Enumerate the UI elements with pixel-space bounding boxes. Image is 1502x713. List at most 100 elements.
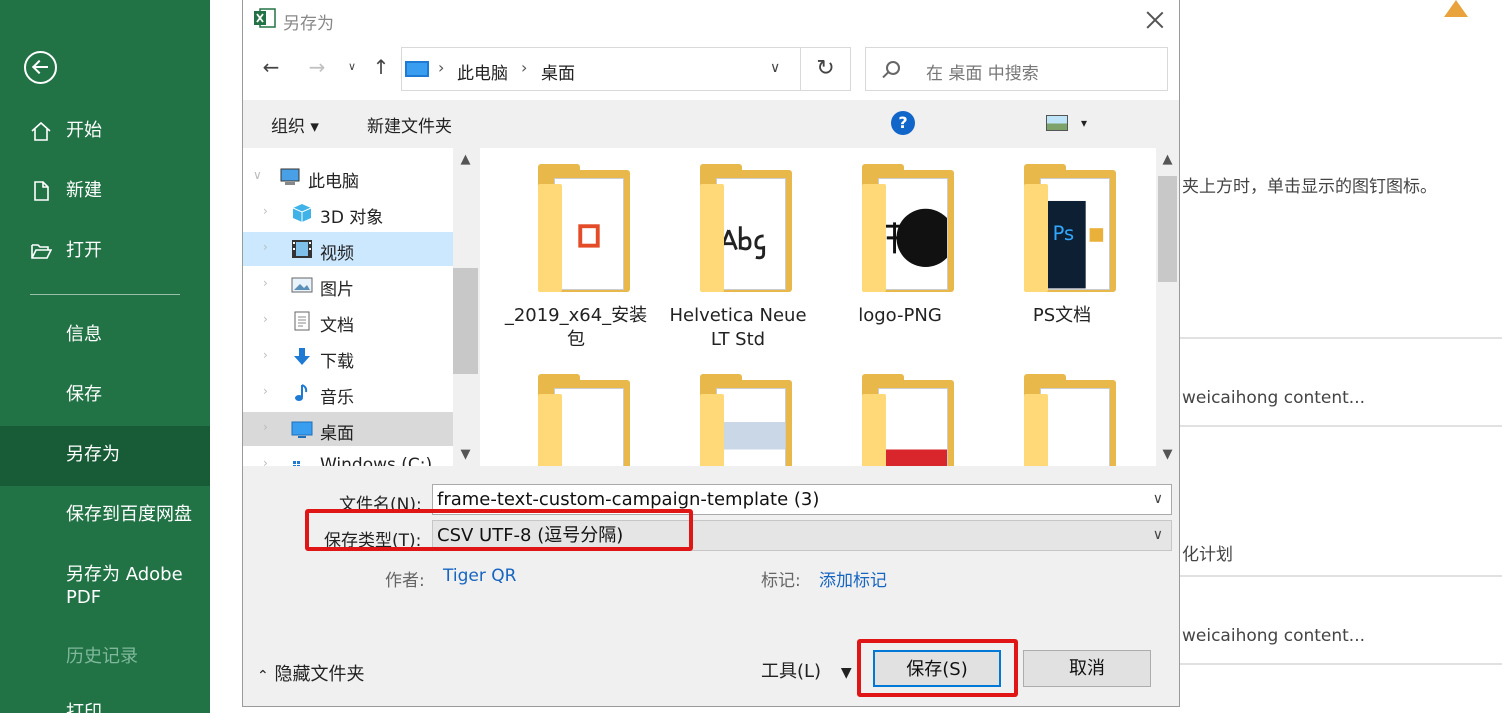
tree-item-downloads[interactable]: › 下载 xyxy=(243,340,453,374)
add-tags-link[interactable]: 添加标记 xyxy=(819,566,887,591)
sidebar-item-info[interactable]: 信息 xyxy=(0,324,210,350)
recent-folder-row[interactable]: 化计划 xyxy=(1182,540,1233,565)
author-value[interactable]: Tiger QR xyxy=(443,566,516,586)
scroll-up-icon[interactable]: ▲ xyxy=(1156,152,1179,167)
chevron-down-icon[interactable]: ∨ xyxy=(1153,485,1163,514)
file-item[interactable] xyxy=(501,374,651,466)
download-icon xyxy=(294,348,310,365)
help-icon[interactable]: ? xyxy=(891,111,915,135)
refresh-icon[interactable]: ↻ xyxy=(801,47,851,91)
address-bar[interactable]: › 此电脑 › 桌面 ∨ xyxy=(401,47,801,91)
sidebar-item-open[interactable]: 打开 xyxy=(0,240,210,266)
expand-chevron-icon[interactable]: › xyxy=(263,240,268,254)
breadcrumb-desktop[interactable]: 桌面 xyxy=(541,59,575,84)
save-button[interactable]: 保存(S) xyxy=(873,650,1001,687)
sidebar-divider xyxy=(30,294,180,295)
sidebar-item-save-to-baidu[interactable]: 保存到百度网盘 xyxy=(0,504,210,530)
expand-chevron-icon[interactable]: › xyxy=(263,456,268,466)
breadcrumb-separator-icon[interactable]: › xyxy=(521,58,527,77)
expand-chevron-icon[interactable]: › xyxy=(263,348,268,362)
sidebar-item-print[interactable]: 打印 xyxy=(0,702,210,713)
tree-item-desktop[interactable]: › 桌面 xyxy=(243,412,453,446)
forward-arrow-icon[interactable]: → xyxy=(304,54,330,80)
filetype-select[interactable]: CSV UTF-8 (逗号分隔) ∨ xyxy=(432,520,1172,551)
tree-scrollbar[interactable]: ▲ ▼ xyxy=(453,148,478,466)
expand-chevron-icon[interactable]: › xyxy=(263,312,268,326)
file-name: logo-PNG xyxy=(858,305,942,326)
scroll-up-icon[interactable]: ▲ xyxy=(453,152,478,167)
sidebar-item-save-as[interactable]: 另存为 xyxy=(0,426,210,486)
sidebar-item-new[interactable]: 新建 xyxy=(0,180,210,206)
back-arrow-icon[interactable]: ← xyxy=(258,54,284,80)
cancel-button[interactable]: 取消 xyxy=(1023,650,1151,687)
tree-item-label: Windows (C:) xyxy=(320,455,433,466)
filename-input[interactable]: frame-text-custom-campaign-template (3) … xyxy=(432,484,1172,515)
tree-item-pictures[interactable]: › 图片 xyxy=(243,268,453,302)
desktop-icon xyxy=(291,421,313,438)
file-list-scrollbar[interactable]: ▲ ▼ xyxy=(1156,148,1179,466)
tree-item-video[interactable]: › 视频 xyxy=(243,232,453,266)
hide-folders-toggle[interactable]: ⌃ 隐藏文件夹 xyxy=(257,660,364,686)
change-view-icon[interactable] xyxy=(1046,115,1068,131)
recent-folder-row[interactable]: weicaihong content... xyxy=(1182,388,1365,408)
pictures-icon xyxy=(291,277,313,293)
sidebar-item-label: 新建 xyxy=(66,180,102,201)
drive-icon xyxy=(293,461,300,466)
view-options-chevron-icon[interactable]: ▾ xyxy=(1081,116,1087,130)
expand-chevron-icon[interactable]: › xyxy=(263,420,268,434)
expand-chevron-icon[interactable]: › xyxy=(263,276,268,290)
sidebar-item-save[interactable]: 保存 xyxy=(0,384,210,410)
breadcrumb-separator-icon[interactable]: › xyxy=(438,58,444,77)
file-item[interactable]: Helvetica Neue LT Std xyxy=(663,164,813,350)
close-icon[interactable] xyxy=(1145,9,1165,29)
sidebar-item-label: 开始 xyxy=(66,120,102,141)
chevron-down-icon[interactable]: ∨ xyxy=(770,60,780,76)
backstage-sidebar: 开始 新建 打开 信息 保存 另存为 保存到百度网盘 另存为 Adobe PDF… xyxy=(0,0,210,713)
tools-menu[interactable]: 工具(L) ▼ xyxy=(761,657,852,683)
new-folder-button[interactable]: 新建文件夹 xyxy=(367,112,452,137)
filetype-label: 保存类型(T): xyxy=(324,531,422,551)
back-arrow-icon[interactable] xyxy=(24,51,57,84)
scroll-thumb[interactable] xyxy=(453,268,478,374)
folder-icon xyxy=(862,374,954,466)
file-item[interactable]: Ps PS文档 xyxy=(987,164,1137,340)
chevron-down-icon[interactable]: ∨ xyxy=(1153,521,1163,550)
filename-value: frame-text-custom-campaign-template (3) xyxy=(437,489,820,510)
chevron-up-icon: ⌃ xyxy=(257,668,269,684)
tree-item-3d-objects[interactable]: › 3D 对象 xyxy=(243,196,453,230)
sidebar-item-home[interactable]: 开始 xyxy=(0,120,210,146)
hide-folders-label: 隐藏文件夹 xyxy=(274,664,365,685)
tree-item-label: 图片 xyxy=(320,280,354,300)
tree-item-music[interactable]: › 音乐 xyxy=(243,376,453,410)
scroll-thumb[interactable] xyxy=(1158,176,1177,282)
file-name: _2019_x64_安装包 xyxy=(504,305,648,350)
sidebar-item-save-as-pdf[interactable]: 另存为 Adobe PDF xyxy=(0,564,210,612)
up-arrow-icon[interactable]: ↑ xyxy=(368,54,394,80)
collapse-chevron-icon[interactable]: ∨ xyxy=(253,168,262,182)
breadcrumb-this-pc[interactable]: 此电脑 xyxy=(457,59,508,84)
background-panel xyxy=(1180,0,1502,713)
file-item[interactable] xyxy=(663,374,813,466)
desktop-icon xyxy=(405,61,429,77)
search-input[interactable]: 在 桌面 中搜索 xyxy=(865,47,1168,91)
folder-icon xyxy=(700,164,792,292)
expand-chevron-icon[interactable]: › xyxy=(263,204,268,218)
tree-item-documents[interactable]: › 文档 xyxy=(243,304,453,338)
file-item[interactable]: _2019_x64_安装包 xyxy=(501,164,651,350)
expand-chevron-icon[interactable]: › xyxy=(263,384,268,398)
file-item[interactable] xyxy=(987,374,1137,466)
tree-item-windows-c[interactable]: › Windows (C:) xyxy=(243,448,453,466)
recent-locations-chevron-icon[interactable]: ∨ xyxy=(339,54,365,80)
organize-menu[interactable]: 组织 ▾ xyxy=(271,112,319,137)
svg-text:Ps: Ps xyxy=(1053,222,1074,245)
divider xyxy=(1180,337,1502,339)
open-folder-icon xyxy=(31,244,52,259)
recent-folder-row[interactable]: weicaihong content... xyxy=(1182,626,1365,646)
sidebar-item-label: 保存到百度网盘 xyxy=(66,504,192,525)
file-item[interactable] xyxy=(825,374,975,466)
sidebar-item-label: 信息 xyxy=(66,324,102,345)
scroll-down-icon[interactable]: ▼ xyxy=(1156,447,1179,462)
file-item[interactable]: logo-PNG xyxy=(825,164,975,340)
scroll-down-icon[interactable]: ▼ xyxy=(453,447,478,462)
tree-item-this-pc[interactable]: ∨ 此电脑 xyxy=(243,160,453,194)
